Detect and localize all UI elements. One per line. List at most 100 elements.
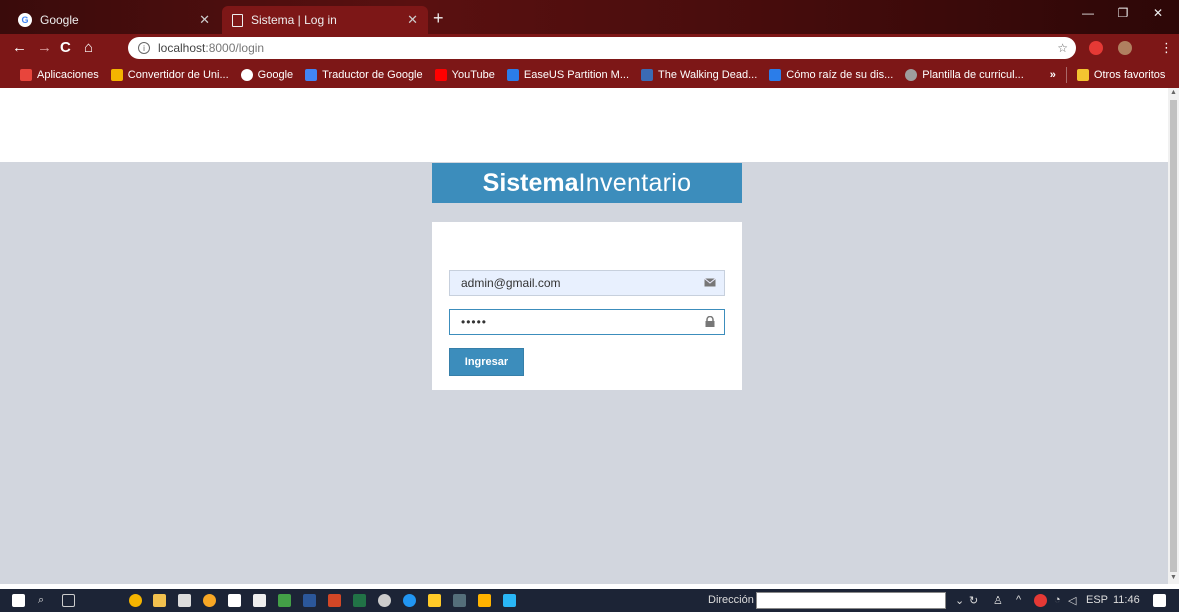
extension-icon[interactable]	[1089, 41, 1103, 55]
google-icon	[240, 69, 253, 81]
bookmark-label: Traductor de Google	[322, 69, 423, 81]
bookmark-label: Cómo raíz de su dis...	[786, 69, 894, 81]
forward-icon[interactable]: →	[37, 39, 52, 57]
browser-toolbar: ← → C ⌂ i localhost:8000/login ☆ ⋮	[0, 34, 1179, 62]
password-value: •••••	[461, 315, 488, 329]
bookmark-item[interactable]: Cómo raíz de su dis...	[769, 69, 893, 81]
tab-close-icon[interactable]: ✕	[199, 12, 210, 28]
terminal-icon[interactable]	[453, 594, 466, 607]
bookmark-item[interactable]: Plantilla de curricul...	[905, 69, 1024, 81]
chevron-down-icon[interactable]: ⌄	[955, 594, 964, 607]
mail-icon[interactable]	[228, 594, 241, 607]
app-icon[interactable]	[253, 594, 266, 607]
word-icon[interactable]	[303, 594, 316, 607]
bookmark-label: Convertidor de Uni...	[127, 69, 229, 81]
back-icon[interactable]: ←	[12, 39, 27, 57]
bookmark-label: Aplicaciones	[37, 69, 99, 81]
bookmark-item[interactable]: Traductor de Google	[305, 69, 423, 81]
sublime-icon[interactable]	[478, 594, 491, 607]
bookmark-item[interactable]: Google	[240, 69, 294, 81]
bookmarks-overflow-icon[interactable]: »	[1050, 69, 1056, 81]
close-window-icon[interactable]: ✕	[1141, 0, 1175, 26]
bookmark-star-icon[interactable]: ☆	[1057, 41, 1068, 55]
bookmark-label: The Walking Dead...	[658, 69, 758, 81]
store-icon[interactable]	[178, 594, 191, 607]
scrollbar-thumb[interactable]	[1170, 100, 1177, 572]
excel-icon[interactable]	[353, 594, 366, 607]
bookmark-label: Plantilla de curricul...	[922, 69, 1024, 81]
chrome-taskbar-icon[interactable]	[129, 594, 142, 607]
tab-close-icon[interactable]: ✕	[407, 12, 418, 28]
logo-light: Inventario	[578, 168, 692, 197]
page-favicon-icon	[232, 13, 243, 27]
bookmark-label: Google	[257, 69, 294, 81]
menu-icon[interactable]: ⋮	[1160, 39, 1173, 57]
site-info-icon[interactable]: i	[138, 42, 150, 54]
tab-title: Sistema | Log in	[251, 13, 337, 27]
app-icon[interactable]	[428, 594, 441, 607]
walking-dead-icon	[641, 69, 654, 81]
refresh-icon[interactable]: ↻	[969, 594, 978, 607]
bookmark-item[interactable]: EaseUS Partition M...	[506, 69, 629, 81]
login-submit-button[interactable]: Ingresar	[449, 348, 524, 376]
reload-icon[interactable]: C	[60, 39, 71, 57]
antivirus-icon[interactable]	[1034, 594, 1047, 607]
link-icon	[769, 69, 782, 81]
logo-bold: Sistema	[482, 168, 579, 197]
restore-icon[interactable]: ❐	[1106, 0, 1140, 26]
login-form: admin@gmail.com ••••• Ingresar	[432, 222, 742, 390]
bookmark-item[interactable]: The Walking Dead...	[641, 69, 757, 81]
tab-google[interactable]: G Google ✕	[8, 6, 220, 34]
tab-sistema-login[interactable]: Sistema | Log in ✕	[222, 6, 428, 34]
task-view-icon[interactable]	[62, 594, 75, 607]
profile-avatar-icon[interactable]	[1118, 41, 1132, 55]
network-icon[interactable]: ◔	[1054, 594, 1061, 606]
tab-title: Google	[40, 13, 79, 27]
volume-icon[interactable]: ◁	[1068, 594, 1076, 607]
app-icon[interactable]	[403, 594, 416, 607]
translate-icon	[305, 69, 318, 81]
minimize-icon[interactable]: —	[1071, 0, 1105, 26]
tray-expand-icon[interactable]: ^	[1016, 594, 1021, 606]
email-field[interactable]: admin@gmail.com	[449, 270, 725, 296]
bookmark-item[interactable]: YouTube	[434, 69, 495, 81]
lock-icon	[705, 316, 715, 327]
address-bar[interactable]: i localhost:8000/login ☆	[128, 37, 1076, 59]
bookmark-label: Otros favoritos	[1093, 69, 1166, 81]
password-field[interactable]: •••••	[449, 309, 725, 335]
apps-grid-icon	[20, 69, 32, 81]
language-indicator[interactable]: ESP	[1086, 594, 1108, 606]
bookmark-label: YouTube	[451, 69, 495, 81]
bookmark-apps[interactable]: Aplicaciones	[20, 69, 99, 81]
browser-titlebar: G Google ✕ Sistema | Log in ✕ + — ❐ ✕	[0, 0, 1179, 34]
windows-start-icon[interactable]	[12, 594, 25, 607]
divider	[1065, 67, 1067, 83]
bookmark-item[interactable]: Convertidor de Uni...	[110, 69, 229, 81]
search-icon[interactable]: ⌕	[38, 594, 44, 607]
page-scrollbar[interactable]: ▲ ▼	[1168, 88, 1179, 584]
scroll-down-icon[interactable]: ▼	[1170, 574, 1177, 581]
settings-gear-icon[interactable]	[378, 594, 391, 607]
home-icon[interactable]: ⌂	[84, 39, 93, 57]
url-path: :8000/login	[205, 41, 265, 55]
camtasia-icon[interactable]	[278, 594, 291, 607]
file-explorer-icon[interactable]	[153, 594, 166, 607]
people-icon[interactable]: ♙	[993, 594, 1003, 607]
scroll-up-icon[interactable]: ▲	[1170, 89, 1177, 96]
notifications-icon[interactable]	[1153, 594, 1166, 607]
app-icon[interactable]	[503, 594, 516, 607]
email-value: admin@gmail.com	[461, 276, 561, 290]
globe-icon	[905, 69, 918, 81]
url-host: localhost	[158, 41, 206, 55]
powerpoint-icon[interactable]	[328, 594, 341, 607]
address-toolbar-label: Dirección	[708, 594, 754, 606]
app-logo: Sistema Inventario	[432, 163, 742, 203]
new-tab-icon[interactable]: +	[433, 8, 444, 29]
app-icon[interactable]	[203, 594, 216, 607]
bookmarks-bar: Aplicaciones Convertidor de Uni... Googl…	[0, 62, 1179, 88]
folder-icon	[1076, 69, 1089, 81]
clock[interactable]: 11:46	[1113, 594, 1140, 606]
taskbar-address-input[interactable]	[756, 592, 946, 609]
bookmark-other-favorites[interactable]: Otros favoritos	[1076, 69, 1166, 81]
page-viewport: Sistema Inventario admin@gmail.com ••••• …	[0, 88, 1168, 584]
